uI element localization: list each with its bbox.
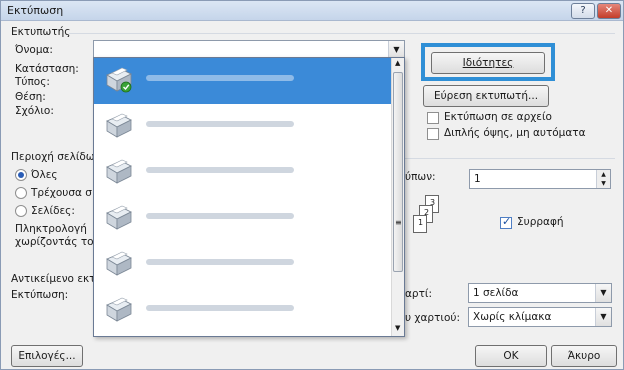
printer-list-item[interactable] bbox=[94, 288, 391, 334]
printer-list-item[interactable] bbox=[94, 104, 391, 150]
printer-icon bbox=[103, 113, 133, 139]
pages-per-sheet-select[interactable]: 1 σελίδα ▼ bbox=[468, 283, 612, 303]
scale-select[interactable]: Χωρίς κλίμακα ▼ bbox=[468, 307, 612, 327]
pages-per-sheet-value: 1 σελίδα bbox=[473, 287, 519, 299]
properties-highlight bbox=[421, 43, 555, 81]
print-dialog: Εκτύπωση ? ✕ Εκτυπωτής Όνομα: ▼ Κατάστασ… bbox=[0, 0, 624, 370]
copies-label: ύπων: bbox=[405, 171, 436, 183]
range-all-label: Όλες bbox=[31, 169, 58, 181]
where-label: Θέση: bbox=[15, 91, 46, 103]
collate-pages-icon: 3 2 1 bbox=[411, 195, 451, 237]
window-title: Εκτύπωση bbox=[7, 4, 64, 17]
cancel-button[interactable]: Άκυρο bbox=[551, 345, 617, 367]
range-all-radio[interactable] bbox=[15, 169, 27, 181]
scroll-grip-icon: ≡ bbox=[395, 218, 402, 227]
collate-label: Συρραφή bbox=[517, 216, 564, 228]
printer-list-item[interactable] bbox=[94, 242, 391, 288]
find-printer-button[interactable]: Εύρεση εκτυπωτή... bbox=[423, 85, 549, 107]
collate-checkbox[interactable] bbox=[500, 215, 512, 229]
pages-per-sheet-label: αρτί: bbox=[405, 288, 432, 300]
range-hint-line1: Πληκτρολογή bbox=[15, 223, 87, 235]
printer-dropdown-list: ▲ ≡ ▼ bbox=[93, 57, 405, 337]
range-pages-label: Σελίδες: bbox=[31, 205, 75, 217]
ok-button[interactable]: OK bbox=[475, 345, 547, 367]
printer-group-line bbox=[69, 33, 615, 34]
printer-list bbox=[94, 58, 391, 336]
copies-group-line bbox=[405, 158, 615, 159]
type-label: Τύπος: bbox=[15, 76, 50, 88]
print-label: Εκτύπωση: bbox=[11, 289, 69, 301]
printer-list-item[interactable] bbox=[94, 196, 391, 242]
comment-label: Σχόλιο: bbox=[15, 105, 54, 117]
chevron-down-icon: ▼ bbox=[595, 284, 611, 302]
printer-name-placeholder bbox=[146, 75, 294, 81]
title-bar: Εκτύπωση ? ✕ bbox=[1, 1, 623, 21]
print-what-label: Αντικείμενο εκτύ bbox=[11, 273, 102, 285]
manual-duplex-label: Διπλής όψης, μη αυτόματα bbox=[444, 127, 586, 139]
range-current-radio[interactable] bbox=[15, 187, 27, 199]
printer-icon bbox=[103, 251, 133, 277]
printer-name-placeholder bbox=[146, 121, 294, 127]
printer-name-label: Όνομα: bbox=[15, 44, 53, 56]
print-to-file-label: Εκτύπωση σε αρχείο bbox=[444, 111, 552, 123]
dropdown-scrollbar[interactable]: ▲ ≡ ▼ bbox=[391, 58, 404, 336]
scrollbar-thumb[interactable] bbox=[393, 72, 403, 272]
printer-icon bbox=[103, 205, 133, 231]
copies-input[interactable]: 1 ▲ ▼ bbox=[469, 169, 611, 189]
help-button[interactable]: ? bbox=[571, 3, 595, 19]
printer-list-item[interactable] bbox=[94, 58, 391, 104]
manual-duplex-checkbox[interactable] bbox=[427, 128, 439, 140]
scroll-up-icon[interactable]: ▲ bbox=[395, 59, 400, 67]
scroll-down-icon[interactable]: ▼ bbox=[395, 324, 400, 332]
range-hint-line2: χωρίζοντάς το bbox=[15, 236, 94, 248]
copies-value: 1 bbox=[474, 173, 481, 185]
printer-name-placeholder bbox=[146, 259, 294, 265]
close-button[interactable]: ✕ bbox=[597, 3, 621, 19]
chevron-down-icon: ▼ bbox=[595, 308, 611, 326]
page-range-label: Περιοχή σελίδω bbox=[11, 151, 95, 163]
print-to-file-checkbox[interactable] bbox=[427, 112, 439, 124]
printer-icon bbox=[103, 297, 133, 323]
scale-value: Χωρίς κλίμακα bbox=[473, 311, 552, 323]
options-button[interactable]: Επιλογές... bbox=[11, 345, 83, 367]
printer-name-placeholder bbox=[146, 305, 294, 311]
printer-section-label: Εκτυπωτής bbox=[11, 26, 71, 38]
printer-icon bbox=[103, 67, 133, 93]
printer-name-placeholder bbox=[146, 213, 294, 219]
status-label: Κατάσταση: bbox=[15, 63, 79, 75]
printer-icon bbox=[103, 159, 133, 185]
spin-arrows-icon[interactable]: ▲ ▼ bbox=[596, 170, 610, 188]
range-current-label: Τρέχουσα σ bbox=[31, 187, 92, 199]
range-pages-radio[interactable] bbox=[15, 205, 27, 217]
scale-label: υ χαρτιού: bbox=[405, 312, 460, 324]
printer-name-placeholder bbox=[146, 167, 294, 173]
printer-list-item[interactable] bbox=[94, 150, 391, 196]
